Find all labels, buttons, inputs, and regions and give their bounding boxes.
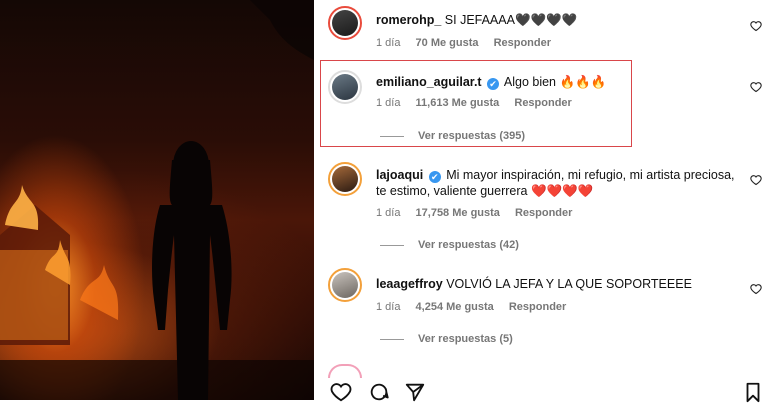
- comment-meta: 1 día 4,254 Me gusta Responder: [376, 301, 578, 313]
- comment-text: VOLVIÓ LA JEFA Y LA QUE SOPORTEEEE: [446, 277, 692, 291]
- heart-icon[interactable]: [750, 283, 762, 295]
- comment-meta: 1 día 70 Me gusta Responder: [376, 37, 563, 49]
- comment-likes[interactable]: 17,758 Me gusta: [416, 207, 500, 219]
- reply-button[interactable]: Responder: [515, 207, 572, 219]
- view-replies-label: Ver respuestas (42): [418, 239, 519, 251]
- action-bar: [318, 375, 768, 403]
- comment-username[interactable]: romerohp_: [376, 13, 441, 27]
- comment-body: leaageffroy VOLVIÓ LA JEFA Y LA QUE SOPO…: [376, 276, 738, 292]
- comment-username[interactable]: lajoaqui: [376, 168, 423, 182]
- heart-icon[interactable]: [750, 81, 762, 93]
- avatar[interactable]: [328, 268, 362, 302]
- comment-text: SI JEFAAAA🖤🖤🖤🖤: [444, 13, 578, 27]
- comment-body: romerohp_ SI JEFAAAA🖤🖤🖤🖤: [376, 12, 738, 28]
- avatar[interactable]: [328, 6, 362, 40]
- view-replies-link[interactable]: Ver respuestas (42): [380, 239, 519, 251]
- highlight-box: [320, 60, 632, 147]
- heart-icon[interactable]: [750, 20, 762, 32]
- view-replies-link[interactable]: Ver respuestas (5): [380, 333, 513, 345]
- comment-likes[interactable]: 70 Me gusta: [416, 37, 479, 49]
- comment-age: 1 día: [376, 301, 401, 313]
- comment-username[interactable]: leaageffroy: [376, 277, 443, 291]
- reply-button[interactable]: Responder: [494, 37, 551, 49]
- replies-divider: [380, 338, 404, 340]
- view-replies-label: Ver respuestas (5): [418, 333, 513, 345]
- post-image[interactable]: [0, 0, 314, 400]
- comment-age: 1 día: [376, 207, 401, 219]
- comment-body: lajoaqui ✔ Mi mayor inspiración, mi refu…: [376, 167, 738, 199]
- heart-icon[interactable]: [750, 174, 762, 186]
- avatar[interactable]: [328, 162, 362, 196]
- replies-divider: [380, 244, 404, 246]
- verified-badge-icon: ✔: [428, 171, 441, 183]
- comment-age: 1 día: [376, 37, 401, 49]
- reply-button[interactable]: Responder: [509, 301, 566, 313]
- comment-likes[interactable]: 4,254 Me gusta: [416, 301, 494, 313]
- burning-house-silhouette-image: [0, 0, 314, 400]
- comment-meta: 1 día 17,758 Me gusta Responder: [376, 207, 584, 219]
